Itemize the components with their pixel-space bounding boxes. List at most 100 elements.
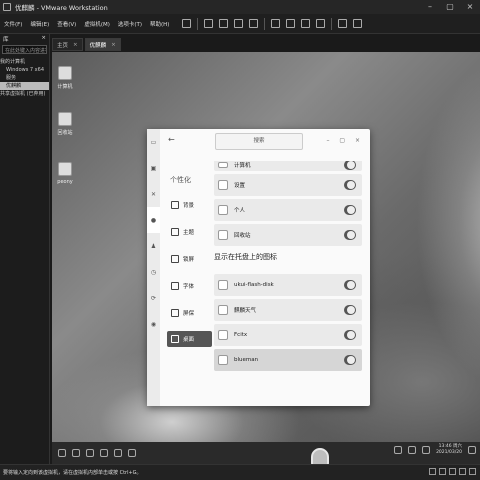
- tab-close-icon[interactable]: ×: [111, 42, 116, 48]
- tab-home[interactable]: 主页 ×: [52, 38, 83, 51]
- tree-item-shared-vms[interactable]: 共享虚拟机 (已弃用): [0, 90, 49, 98]
- notification-center-icon[interactable]: [468, 446, 476, 454]
- datetime-icon[interactable]: ◷: [147, 259, 160, 285]
- flash-disk-icon: [218, 280, 228, 290]
- account-icon[interactable]: ♟: [147, 233, 160, 259]
- thumbnail-view-icon[interactable]: [286, 19, 296, 28]
- bluetooth-icon: [218, 355, 228, 365]
- send-ctrl-alt-del-icon[interactable]: [204, 19, 214, 28]
- toggle-switch[interactable]: [344, 230, 356, 240]
- vm-display[interactable]: 计算机 回收站 peony ▭ ▣ ✕ ● ♟ ◷ ⟳ ◉ ← 搜索 – ▢ ×: [52, 52, 480, 464]
- menu-help[interactable]: 帮助(H): [146, 20, 173, 28]
- minimize-icon[interactable]: –: [420, 0, 440, 14]
- update-icon[interactable]: ⟳: [147, 285, 160, 311]
- nav-item-theme[interactable]: 主题: [167, 218, 212, 245]
- toggle-switch[interactable]: [344, 355, 356, 365]
- nav-item-font[interactable]: 字体: [167, 272, 212, 299]
- console-view-icon[interactable]: [338, 19, 348, 28]
- browser-icon[interactable]: [100, 449, 108, 457]
- desktop-icon-row: 设置: [214, 174, 362, 196]
- pause-icon[interactable]: [182, 19, 192, 28]
- desktop-icon-computer[interactable]: 计算机: [52, 66, 82, 90]
- stretch-guest-icon[interactable]: [353, 19, 363, 28]
- library-close-icon[interactable]: ×: [41, 35, 46, 43]
- menu-view[interactable]: 查看(V): [53, 20, 80, 28]
- settings-window-controls[interactable]: – ▢ ×: [326, 137, 364, 144]
- network-icon[interactable]: ✕: [147, 181, 160, 207]
- row-label: 设置: [234, 183, 246, 189]
- menu-vm[interactable]: 虚拟机(M): [80, 20, 114, 28]
- revert-snapshot-icon[interactable]: [234, 19, 244, 28]
- input-method-tray-icon[interactable]: [394, 446, 403, 454]
- tree-item-my-computer[interactable]: 我的计算机: [0, 58, 49, 66]
- toolbar-separator: [331, 17, 333, 30]
- volume-icon[interactable]: [408, 446, 417, 454]
- menu-edit[interactable]: 编辑(E): [26, 20, 53, 28]
- unity-icon[interactable]: [316, 19, 326, 28]
- menu-file[interactable]: 文件(F): [0, 20, 26, 28]
- tab-close-icon[interactable]: ×: [73, 42, 78, 48]
- title-bar: 优麒麟 - VMware Workstation – ▢ ×: [0, 0, 480, 14]
- network-tray-icon[interactable]: [422, 446, 431, 454]
- file-manager-icon[interactable]: [86, 449, 94, 457]
- fullscreen-icon[interactable]: [301, 19, 311, 28]
- toggle-switch[interactable]: [344, 305, 356, 315]
- library-view-icon[interactable]: [271, 19, 281, 28]
- desktop-icon-trash[interactable]: 回收站: [52, 112, 82, 136]
- software-store-icon[interactable]: [114, 449, 122, 457]
- background-icon: [171, 200, 179, 209]
- row-label: 回收站: [234, 233, 251, 239]
- personalize-icon[interactable]: ●: [147, 207, 160, 233]
- computer-icon: [58, 66, 72, 80]
- desktop-icon-label: 回收站: [57, 130, 73, 136]
- tree-item-windows7[interactable]: Windows 7 x64: [0, 66, 49, 74]
- notification-icon[interactable]: ◉: [147, 311, 160, 337]
- back-button[interactable]: ←: [168, 135, 175, 144]
- input-method-icon: [218, 330, 228, 340]
- snapshot-icon[interactable]: [219, 19, 229, 28]
- screensaver-icon: [171, 308, 179, 317]
- toggle-switch[interactable]: [344, 205, 356, 215]
- row-label: 个人: [234, 208, 246, 214]
- computer-icon: [218, 162, 228, 168]
- nav-item-desktop[interactable]: 桌面: [167, 331, 212, 347]
- settings-icon[interactable]: [128, 449, 136, 457]
- nav-item-background[interactable]: 背景: [167, 191, 212, 218]
- library-search-input[interactable]: 在此处键入内容进行搜索: [2, 45, 47, 54]
- clock[interactable]: 13:46 周六 2021/03/20: [436, 444, 462, 456]
- window-title: 优麒麟 - VMware Workstation: [15, 4, 108, 12]
- start-menu-icon[interactable]: [58, 449, 66, 457]
- library-panel: 库 × 在此处键入内容进行搜索 我的计算机 Windows 7 x64 服务 优…: [0, 34, 50, 464]
- menu-tabs[interactable]: 选项卡(T): [114, 20, 146, 28]
- sound-card-icon[interactable]: [469, 468, 476, 475]
- toggle-switch[interactable]: [344, 330, 356, 340]
- desktop-icon-peony[interactable]: peony: [52, 162, 82, 185]
- home-folder-icon: [218, 205, 228, 215]
- maximize-icon[interactable]: ▢: [440, 0, 460, 14]
- tab-youqilin[interactable]: 优麒麟 ×: [84, 38, 121, 51]
- vmware-app-icon: [3, 3, 11, 11]
- network-adapter-icon[interactable]: [449, 468, 456, 475]
- multitask-view-icon[interactable]: [72, 449, 80, 457]
- snapshot-manager-icon[interactable]: [249, 19, 259, 28]
- nav-item-screensaver[interactable]: 屏保: [167, 299, 212, 326]
- nav-heading: 个性化: [170, 176, 191, 184]
- nav-item-lockscreen[interactable]: 锁屏: [167, 245, 212, 272]
- vm-tabs: 主页 × 优麒麟 ×: [52, 38, 123, 51]
- settings-window: ▭ ▣ ✕ ● ♟ ◷ ⟳ ◉ ← 搜索 – ▢ × 个性化 背景 主题 锁屏 …: [147, 129, 370, 406]
- devices-icon[interactable]: ▣: [147, 155, 160, 181]
- tree-item-youqilin[interactable]: 优麒麟: [0, 82, 49, 90]
- usb-icon[interactable]: [459, 468, 466, 475]
- hard-disk-icon[interactable]: [429, 468, 436, 475]
- system-icon[interactable]: ▭: [147, 129, 160, 155]
- settings-icon: [218, 180, 228, 190]
- toggle-switch[interactable]: [344, 180, 356, 190]
- nav-item-label: 背景: [183, 202, 195, 209]
- cd-drive-icon[interactable]: [439, 468, 446, 475]
- settings-search-input[interactable]: 搜索: [215, 133, 303, 150]
- close-icon[interactable]: ×: [460, 0, 480, 14]
- tree-item-service[interactable]: 服务: [0, 74, 49, 82]
- row-label: 麒麟天气: [234, 308, 257, 314]
- toggle-switch[interactable]: [344, 280, 356, 290]
- toggle-switch[interactable]: [344, 161, 356, 170]
